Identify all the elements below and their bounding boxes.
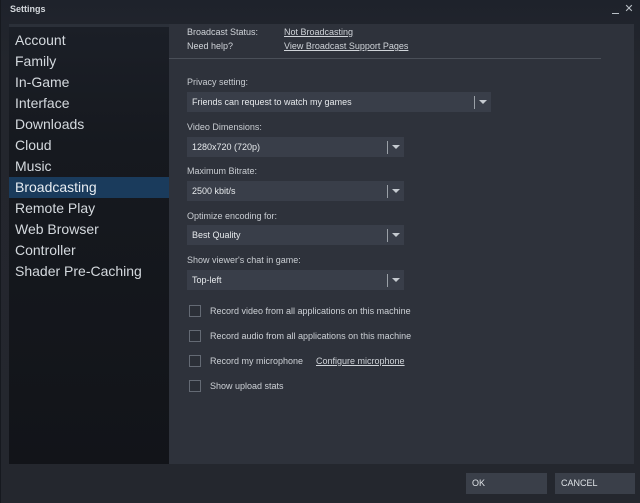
dropdown-separator <box>474 96 475 109</box>
chat-position-dropdown[interactable]: Top-left <box>187 270 404 290</box>
sidebar-item-music[interactable]: Music <box>9 156 169 177</box>
chevron-down-icon <box>479 100 487 104</box>
record-audio-checkbox[interactable] <box>189 330 201 342</box>
privacy-value: Friends can request to watch my games <box>192 97 352 107</box>
chevron-down-icon <box>392 233 400 237</box>
upload-stats-label[interactable]: Show upload stats <box>210 381 284 391</box>
settings-sidebar: Account Family In-Game Interface Downloa… <box>9 24 169 464</box>
window-title: Settings <box>10 4 46 14</box>
sidebar-item-family[interactable]: Family <box>9 51 169 72</box>
cancel-button[interactable]: CANCEL <box>555 473 635 494</box>
optimize-value: Best Quality <box>192 230 241 240</box>
broadcast-status-link[interactable]: Not Broadcasting <box>284 27 353 37</box>
dropdown-separator <box>387 229 388 242</box>
sidebar-item-cloud[interactable]: Cloud <box>9 135 169 156</box>
max-bitrate-value: 2500 kbit/s <box>192 186 236 196</box>
sidebar-item-interface[interactable]: Interface <box>9 93 169 114</box>
upload-stats-checkbox[interactable] <box>189 380 201 392</box>
minimize-button[interactable] <box>609 2 621 16</box>
sidebar-item-broadcasting[interactable]: Broadcasting <box>9 177 169 198</box>
close-icon[interactable]: ✕ <box>623 2 635 16</box>
chat-position-value: Top-left <box>192 275 222 285</box>
optimize-dropdown[interactable]: Best Quality <box>187 225 404 245</box>
settings-window: Settings ✕ Account Family In-Game Interf… <box>0 0 640 503</box>
chevron-down-icon <box>392 145 400 149</box>
broadcast-status-label: Broadcast Status: <box>187 27 259 37</box>
divider <box>169 58 601 59</box>
sidebar-item-shader-pre-caching[interactable]: Shader Pre-Caching <box>9 261 169 282</box>
chevron-down-icon <box>392 189 400 193</box>
sidebar-item-controller[interactable]: Controller <box>9 240 169 261</box>
configure-microphone-link[interactable]: Configure microphone <box>316 356 405 366</box>
sidebar-item-downloads[interactable]: Downloads <box>9 114 169 135</box>
broadcasting-panel: Broadcast Status: Not Broadcasting Need … <box>169 24 634 464</box>
sidebar-item-remote-play[interactable]: Remote Play <box>9 198 169 219</box>
video-dimensions-dropdown[interactable]: 1280x720 (720p) <box>187 137 404 157</box>
help-label: Need help? <box>187 41 234 51</box>
record-audio-label[interactable]: Record audio from all applications on th… <box>210 331 411 341</box>
sidebar-item-web-browser[interactable]: Web Browser <box>9 219 169 240</box>
sidebar-item-account[interactable]: Account <box>9 30 169 51</box>
video-dimensions-value: 1280x720 (720p) <box>192 142 261 152</box>
record-video-checkbox[interactable] <box>189 305 201 317</box>
max-bitrate-dropdown[interactable]: 2500 kbit/s <box>187 181 404 201</box>
chat-position-label: Show viewer's chat in game: <box>187 255 301 265</box>
dropdown-separator <box>387 185 388 198</box>
title-bar: Settings ✕ <box>1 0 640 20</box>
support-pages-link[interactable]: View Broadcast Support Pages <box>284 41 408 51</box>
video-dimensions-label: Video Dimensions: <box>187 122 262 132</box>
sidebar-item-in-game[interactable]: In-Game <box>9 72 169 93</box>
dropdown-separator <box>387 141 388 154</box>
privacy-dropdown[interactable]: Friends can request to watch my games <box>187 92 491 112</box>
record-video-label[interactable]: Record video from all applications on th… <box>210 306 411 316</box>
chevron-down-icon <box>392 278 400 282</box>
ok-button[interactable]: OK <box>466 473 547 494</box>
optimize-label: Optimize encoding for: <box>187 211 278 221</box>
record-microphone-label[interactable]: Record my microphone <box>210 356 303 366</box>
dropdown-separator <box>387 274 388 287</box>
record-microphone-checkbox[interactable] <box>189 355 201 367</box>
privacy-label: Privacy setting: <box>187 77 249 87</box>
max-bitrate-label: Maximum Bitrate: <box>187 166 258 176</box>
